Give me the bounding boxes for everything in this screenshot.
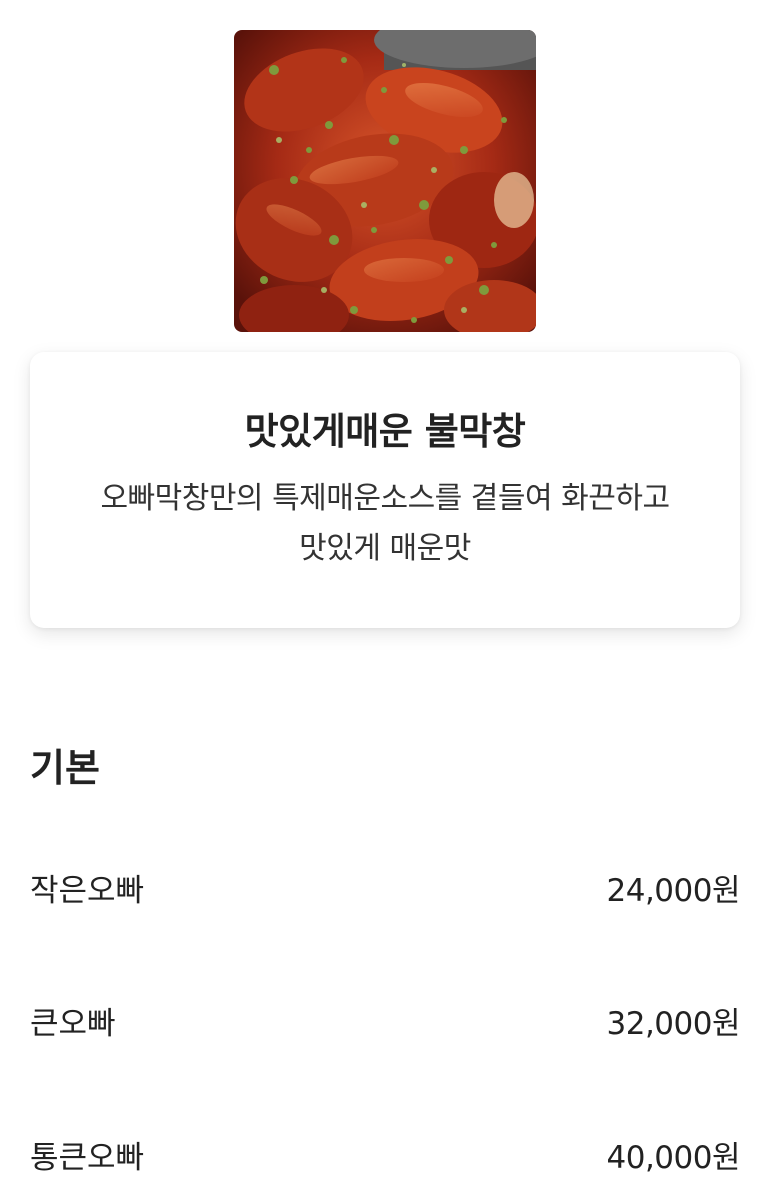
option-label: 통큰오빠 — [30, 1139, 145, 1176]
option-row[interactable]: 큰오빠 32,000원 — [30, 990, 740, 1050]
options-section-title: 기본 — [30, 746, 100, 790]
dish-photo — [234, 30, 536, 332]
option-price: 32,000원 — [606, 1005, 741, 1042]
menu-name: 맛있게매운 불막창 — [244, 410, 526, 453]
option-row[interactable]: 통큰오빠 40,000원 — [30, 1124, 740, 1184]
menu-description: 오빠막창만의 특제매운소스를 곁들여 화끈하고 맛있게 매운맛 — [100, 481, 670, 566]
dish-photo-image — [234, 30, 536, 332]
menu-info-card: 맛있게매운 불막창 오빠막창만의 특제매운소스를 곁들여 화끈하고 맛있게 매운… — [30, 352, 740, 628]
option-label: 큰오빠 — [30, 1005, 116, 1042]
option-label: 작은오빠 — [30, 872, 145, 909]
option-row[interactable]: 작은오빠 24,000원 — [30, 857, 740, 917]
option-price: 24,000원 — [606, 872, 741, 909]
option-price: 40,000원 — [606, 1139, 741, 1176]
